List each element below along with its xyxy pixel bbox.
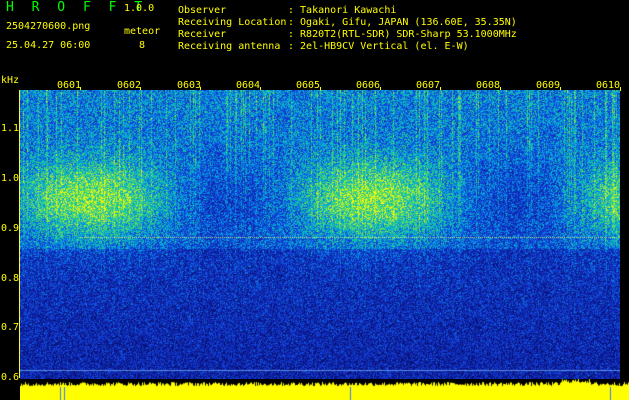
spectrogram-canvas (20, 90, 620, 379)
y-tick-label: 1.1 (1, 123, 20, 134)
location-value: : Ogaki, Gifu, JAPAN (136.60E, 35.35N) (288, 17, 517, 28)
location-key: Receiving Location (178, 17, 287, 28)
y-tick-label: 0.9 (1, 223, 20, 234)
x-tick (620, 87, 621, 91)
spectrogram (20, 90, 620, 379)
y-tick-label: 1.0 (1, 173, 20, 184)
antenna-key: Receiving antenna (178, 41, 281, 52)
app-version: 1.0.0 (124, 3, 155, 14)
datetime: 25.04.27 06:00 (6, 40, 91, 51)
receiver-key: Receiver (178, 29, 227, 40)
meteor-detection-bar (20, 379, 629, 400)
receiver-value: : R820T2(RTL-SDR) SDR-Sharp 53.1000MHz (288, 29, 517, 40)
antenna-value: : 2el-HB9CV Vertical (el. E-W) (288, 41, 469, 52)
y-tick-label: 0.8 (1, 273, 20, 284)
y-unit-label: kHz (1, 75, 20, 86)
y-tick-label: 0.6 (1, 372, 20, 383)
meteor-label: meteor (124, 26, 161, 37)
y-tick-label: 0.7 (1, 322, 20, 333)
file-name: 2504270600.png (6, 21, 91, 32)
observer-key: Observer (178, 5, 227, 16)
meteor-count: 8 (139, 40, 146, 51)
observer-value: : Takanori Kawachi (288, 5, 397, 16)
